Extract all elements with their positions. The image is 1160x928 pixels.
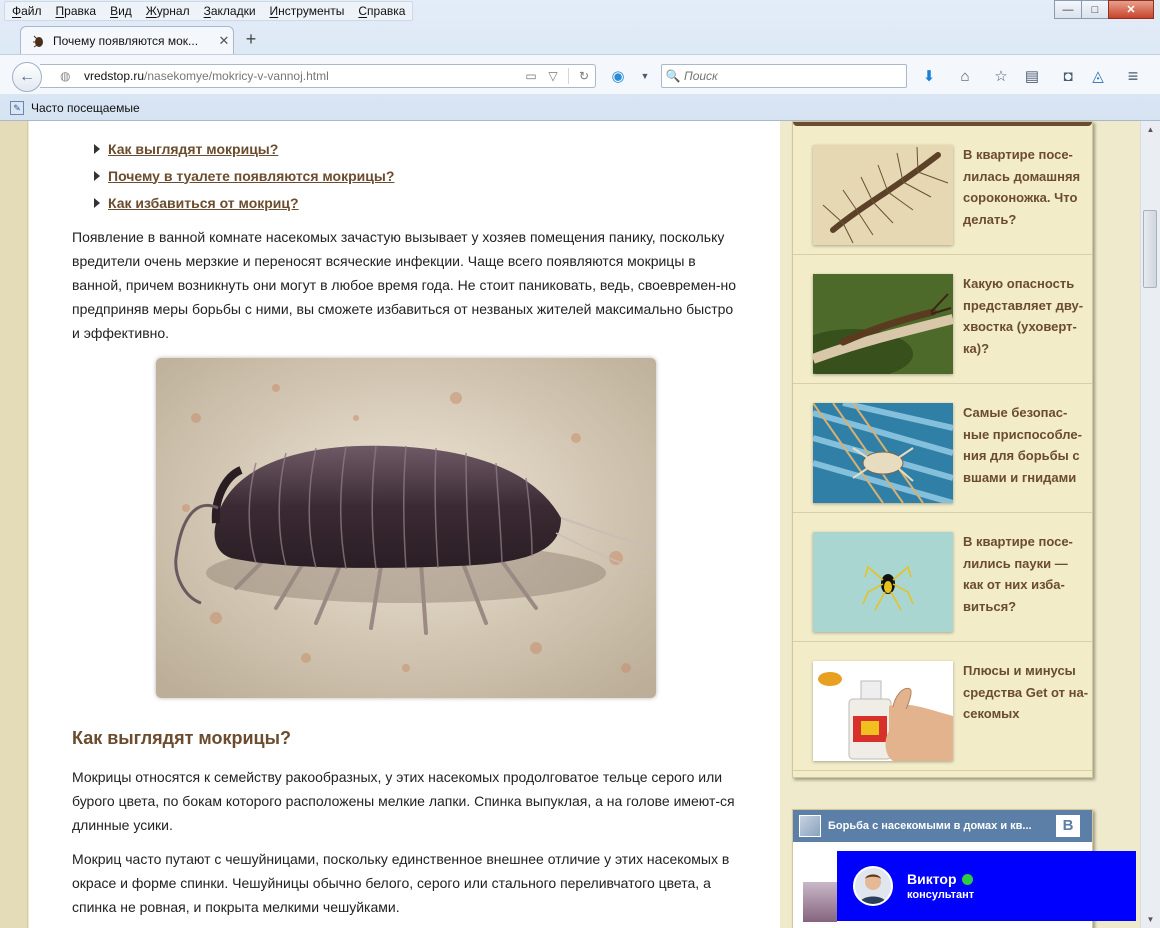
toc-item: Как выглядят мокрицы? — [94, 135, 394, 162]
page-left-margin — [0, 121, 28, 928]
sidebar-item-title[interactable]: В квартире посе-лилась домашняя сороконо… — [963, 144, 1089, 230]
menu-bar: Файл Правка Вид Журнал Закладки Инструме… — [4, 1, 414, 21]
bookmark-folder-icon: ✎ — [10, 100, 24, 115]
vk-widget-header[interactable]: Борьба с насекомыми в домах и кв... B — [793, 810, 1092, 842]
sidebar-item[interactable]: Какую опасность представляет дву-хвостка… — [793, 255, 1092, 384]
triangle-bullet-icon — [94, 143, 100, 154]
menu-help[interactable]: Справка — [351, 2, 412, 20]
browser-chrome: Файл Правка Вид Журнал Закладки Инструме… — [0, 0, 1160, 121]
woodlouse-photo — [156, 358, 656, 698]
addon-dropdown-icon[interactable]: ▼ — [634, 65, 656, 87]
scrollbar-thumb[interactable] — [1143, 210, 1157, 288]
download-icon[interactable]: ⬇ — [918, 65, 940, 87]
section-heading: Как выглядят мокрицы? — [72, 728, 291, 748]
bookmark-most-visited[interactable]: Часто посещаемые — [31, 101, 140, 115]
globe-icon: ◍ — [60, 69, 71, 83]
divider — [568, 68, 569, 84]
toc-link[interactable]: Как выглядят мокрицы? — [108, 141, 278, 157]
url-text[interactable]: vredstop.ru/nasekomye/mokricy-v-vannoj.h… — [84, 69, 520, 83]
hamburger-menu-icon[interactable]: ≡ — [1122, 65, 1144, 87]
vertical-scrollbar[interactable]: ▲ ▼ — [1140, 121, 1160, 928]
centipede-thumbnail[interactable] — [813, 145, 953, 245]
addon-globe-icon[interactable]: ◉ — [607, 65, 629, 87]
menu-history[interactable]: Журнал — [139, 2, 197, 20]
sidebar-item[interactable]: Самые безопас-ные приспособле-ния для бо… — [793, 384, 1092, 513]
online-status-icon — [961, 873, 973, 885]
louse-thumbnail[interactable] — [813, 403, 953, 503]
home-icon[interactable]: ⌂ — [954, 65, 976, 87]
back-button[interactable]: ← — [12, 62, 42, 92]
search-input[interactable] — [684, 69, 884, 83]
sidebar-item[interactable]: В квартире посе-лились пауки — как от ни… — [793, 513, 1092, 642]
consultant-role: консультант — [907, 889, 975, 901]
maximize-button[interactable]: □ — [1081, 0, 1109, 19]
toc-link[interactable]: Почему в туалете появляются мокрицы? — [108, 168, 394, 184]
sync-icon[interactable]: ◬ — [1087, 65, 1109, 87]
vk-member-avatar[interactable] — [803, 882, 837, 922]
get-product-thumbnail[interactable] — [813, 661, 953, 761]
triangle-bullet-icon — [94, 197, 100, 208]
vk-logo-icon: B — [1056, 815, 1080, 837]
table-of-contents: Как выглядят мокрицы? Почему в туалете п… — [94, 135, 394, 216]
bookmark-star-icon[interactable]: ☆ — [990, 65, 1012, 87]
intro-paragraph: Появление в ванной комнате насекомых зач… — [72, 229, 737, 341]
page-viewport: Как выглядят мокрицы? Почему в туалете п… — [0, 121, 1140, 928]
scroll-up-arrow-icon[interactable]: ▲ — [1141, 121, 1160, 138]
earwig-thumbnail[interactable] — [813, 274, 953, 374]
consultant-name: Виктор — [907, 871, 957, 887]
active-tab[interactable]: Почему появляются мок... ✕ — [20, 26, 234, 54]
toc-item: Как избавиться от мокриц? — [94, 189, 394, 216]
toc-item: Почему в туалете появляются мокрицы? — [94, 162, 394, 189]
sidebar-item-title[interactable]: Плюсы и минусы средства Get от на-секомы… — [963, 660, 1089, 725]
sidebar-item[interactable]: В квартире посе-лилась домашняя сороконо… — [793, 126, 1092, 255]
menu-edit[interactable]: Правка — [49, 2, 104, 20]
tab-close-icon[interactable]: ✕ — [215, 33, 233, 49]
triangle-bullet-icon — [94, 170, 100, 181]
consultant-chat-widget[interactable]: Виктор консультант — [837, 851, 1136, 921]
article-paragraph: Мокриц часто путают с чешуйницами, поско… — [72, 851, 730, 915]
close-window-button[interactable]: ✕ — [1108, 0, 1154, 19]
related-articles-sidebar: В квартире посе-лилась домашняя сороконо… — [792, 121, 1093, 778]
url-path: /nasekomye/mokricy-v-vannoj.html — [144, 69, 329, 83]
toc-link[interactable]: Как избавиться от мокриц? — [108, 195, 299, 211]
sidebar-item-title[interactable]: Какую опасность представляет дву-хвостка… — [963, 273, 1089, 359]
pocket-icon[interactable]: ◘ — [1057, 65, 1079, 87]
sidebar-item-title[interactable]: В квартире посе-лились пауки — как от ни… — [963, 531, 1089, 617]
address-bar[interactable]: ◍ vredstop.ru/nasekomye/mokricy-v-vannoj… — [40, 64, 596, 88]
menu-bookmarks[interactable]: Закладки — [197, 2, 263, 20]
sidebar-item[interactable]: Плюсы и минусы средства Get от на-секомы… — [793, 642, 1092, 771]
article-paragraph: Мокрицы относятся к семейству ракообразн… — [72, 769, 735, 833]
bookmarks-list-icon[interactable]: ▤ — [1021, 65, 1043, 87]
reload-icon[interactable]: ↻ — [573, 69, 595, 83]
dropdown-arrow-icon[interactable]: ▽ — [542, 69, 564, 83]
url-domain: vredstop.ru — [84, 69, 145, 83]
bookmarks-toolbar: ✎ Часто посещаемые — [0, 94, 1160, 121]
menu-view[interactable]: Вид — [103, 2, 139, 20]
sidebar-item-title[interactable]: Самые безопас-ные приспособле-ния для бо… — [963, 402, 1089, 488]
menu-file[interactable]: Файл — [5, 2, 49, 20]
menu-tools[interactable]: Инструменты — [263, 2, 352, 20]
search-box[interactable]: 🔍 — [661, 64, 907, 88]
window-controls: — □ ✕ — [1054, 0, 1154, 19]
reader-view-icon[interactable]: ▭ — [520, 69, 542, 83]
scroll-down-arrow-icon[interactable]: ▼ — [1141, 911, 1160, 928]
navigation-bar: ◍ vredstop.ru/nasekomye/mokricy-v-vannoj… — [0, 54, 1160, 94]
page-right-margin — [1116, 121, 1140, 928]
vk-group-title[interactable]: Борьба с насекомыми в домах и кв... — [828, 820, 1056, 832]
arrow-left-icon: ← — [19, 68, 35, 85]
new-tab-button[interactable]: + — [240, 28, 262, 50]
minimize-button[interactable]: — — [1054, 0, 1082, 19]
bug-favicon-icon — [31, 34, 45, 48]
spider-thumbnail[interactable] — [813, 532, 953, 632]
search-icon: 🔍 — [665, 69, 681, 83]
vk-group-avatar — [799, 815, 821, 837]
consultant-avatar — [853, 866, 893, 906]
tab-title: Почему появляются мок... — [53, 33, 199, 48]
